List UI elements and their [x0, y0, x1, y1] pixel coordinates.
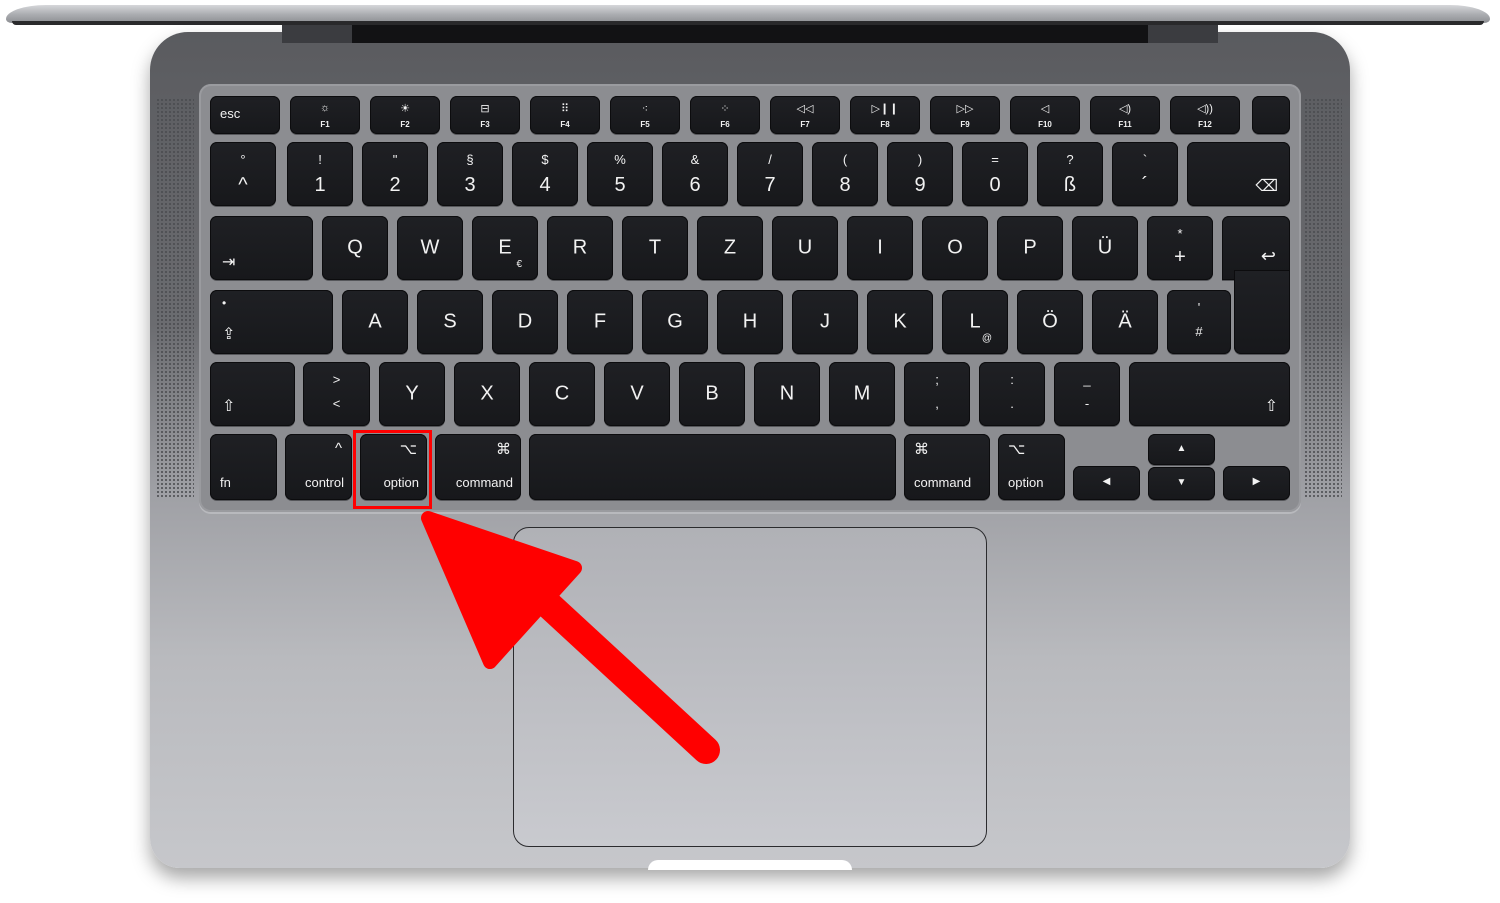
annotation-arrow-icon: [421, 511, 720, 764]
